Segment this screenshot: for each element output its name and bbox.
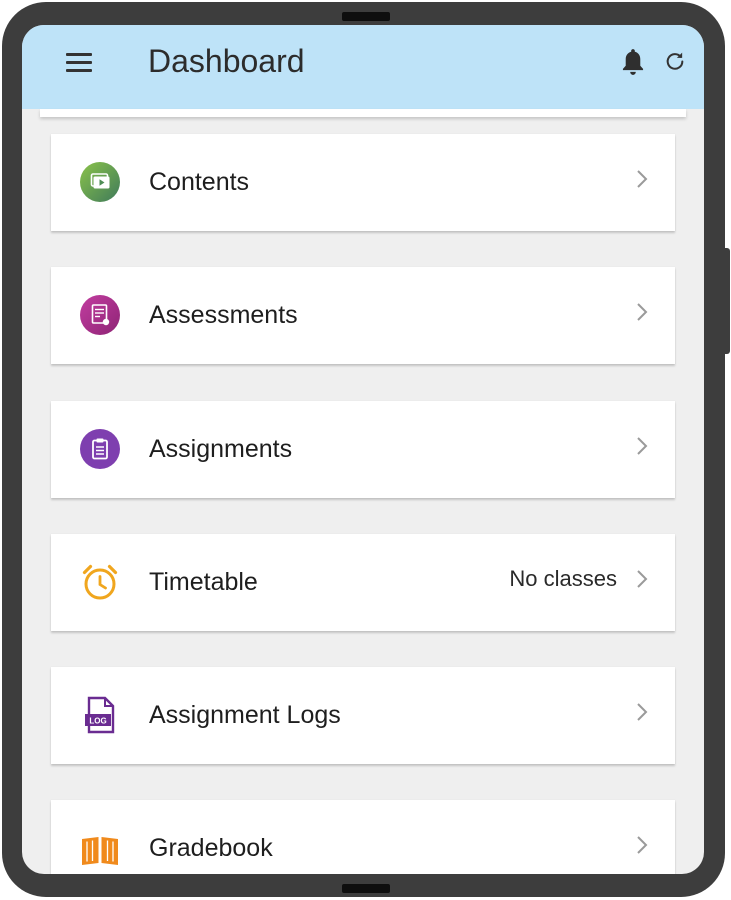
open-book-icon — [82, 837, 118, 865]
app-bar: Dashboard — [22, 25, 704, 109]
menu-icon[interactable] — [66, 53, 92, 73]
chevron-right-icon — [637, 437, 648, 455]
card-label: Assignment Logs — [149, 701, 341, 729]
dashboard-card-contents[interactable]: Contents — [51, 134, 675, 231]
top-speaker — [342, 12, 390, 21]
chevron-right-icon — [637, 303, 648, 321]
bottom-speaker — [342, 884, 390, 893]
chevron-right-icon — [637, 703, 648, 721]
chevron-right-icon — [637, 836, 648, 854]
bell-icon[interactable] — [620, 47, 646, 77]
dashboard-card-assessments[interactable]: Assessments — [51, 267, 675, 364]
card-label: Timetable — [149, 568, 258, 596]
refresh-icon[interactable] — [664, 49, 686, 73]
page-title: Dashboard — [148, 43, 305, 79]
log-file-icon: LOG — [85, 696, 115, 734]
app-screen: Dashboard Contents Assessments Assignmen… — [22, 25, 704, 874]
chevron-right-icon — [637, 570, 648, 588]
dashboard-card-assignments[interactable]: Assignments — [51, 401, 675, 498]
card-label: Assessments — [149, 301, 298, 329]
side-button — [723, 248, 730, 354]
timetable-status: No classes — [509, 566, 617, 591]
card-label: Assignments — [149, 435, 293, 463]
card-label: Gradebook — [149, 834, 273, 862]
card-label: Contents — [149, 168, 250, 196]
dashboard-card-gradebook[interactable]: Gradebook — [51, 800, 675, 874]
alarm-clock-icon — [82, 564, 118, 600]
video-content-icon — [80, 162, 120, 202]
dashboard-card-assignment-logs[interactable]: LOG Assignment Logs — [51, 667, 675, 764]
scroll-edge — [40, 109, 686, 117]
chevron-right-icon — [637, 170, 648, 188]
assessment-sheet-icon — [80, 295, 120, 335]
dashboard-card-timetable[interactable]: Timetable No classes — [51, 534, 675, 631]
clipboard-icon — [80, 429, 120, 469]
svg-text:LOG: LOG — [89, 717, 106, 726]
